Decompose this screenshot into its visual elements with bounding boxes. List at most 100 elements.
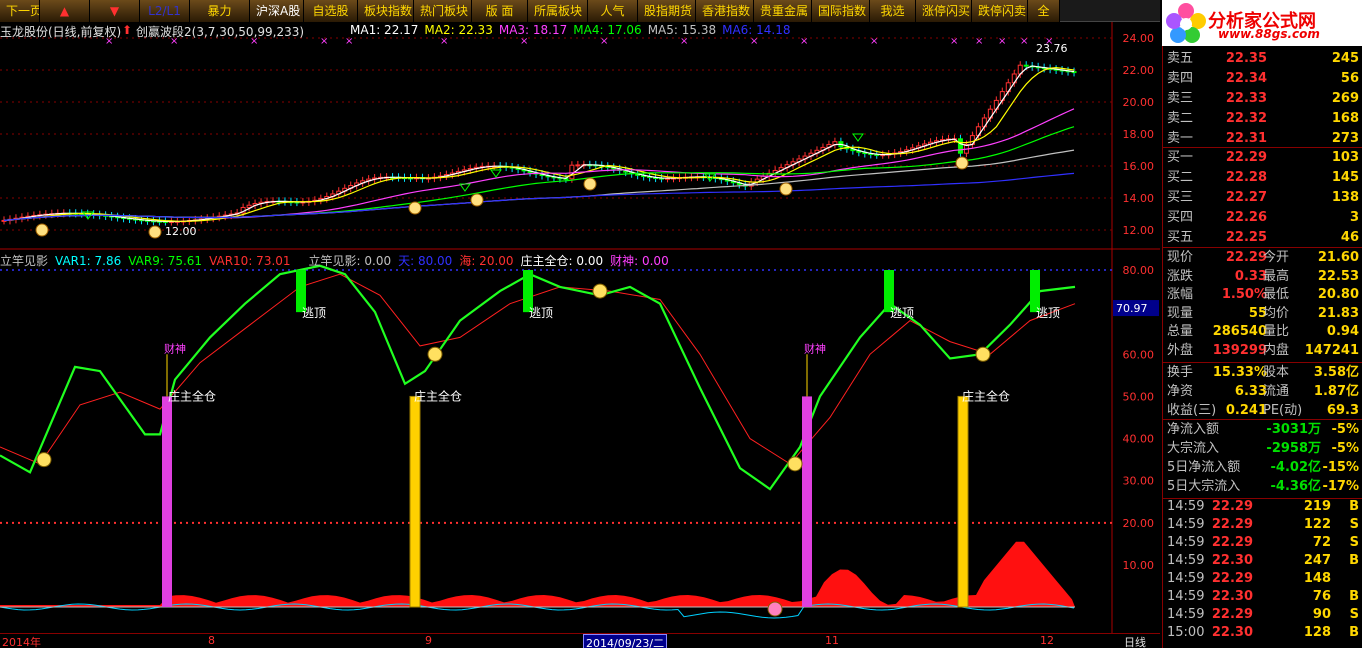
- info-row-2: 收益(三) 0.241 PE(动) 69.3: [1163, 402, 1362, 420]
- buy-row-0: 买一 22.29 103: [1163, 149, 1362, 167]
- toolbar-button-7[interactable]: 板块指数: [358, 0, 414, 22]
- quote-separator: [1163, 147, 1362, 148]
- toolbar-button-12[interactable]: 股指期货: [638, 0, 696, 22]
- god-bar-2: [802, 396, 812, 607]
- sell-row-1-key: 卖四: [1167, 71, 1194, 86]
- tick-row-1-value2: S: [1349, 517, 1359, 532]
- low-price-label: 12.00: [165, 225, 197, 238]
- buy-row-3-value2: 3: [1349, 210, 1359, 225]
- tick-row-0: 14:59 22.29 B 219: [1163, 498, 1362, 516]
- stat-row-1: 涨跌 0.33 最高 22.53: [1163, 268, 1362, 286]
- ma-label-ma6: MA6: 14.18: [722, 23, 791, 37]
- toolbar-button-9[interactable]: 版 面: [472, 0, 528, 22]
- tick-row-4-key: 14:59: [1167, 571, 1205, 586]
- toolbar-button-18[interactable]: 跌停闪卖: [972, 0, 1028, 22]
- info-row-0-value: 15.33%: [1212, 365, 1267, 380]
- tick-row-2-value2: S: [1349, 535, 1359, 550]
- info-row-2-key: 收益(三): [1167, 403, 1217, 418]
- candle-body: [246, 204, 252, 208]
- indicator-tick-label: 40.00: [1123, 433, 1155, 446]
- sell-row-1-value: 22.34: [1225, 71, 1267, 86]
- sell-row-3-key: 卖二: [1167, 111, 1194, 126]
- stat-row-2-value2: 20.80: [1317, 287, 1359, 302]
- stat-row-1-key: 涨跌: [1167, 268, 1194, 284]
- sell-row-3-value2: 168: [1331, 111, 1359, 126]
- flow-row-2-value: -4.02亿: [1270, 460, 1321, 475]
- signal-x-marker: ×: [750, 36, 758, 47]
- indicator-label-0: 立竿见影: [0, 254, 49, 268]
- stat-row-2-value: 1.50%: [1221, 287, 1267, 302]
- ma-label-ma5: MA5: 15.38: [647, 23, 717, 37]
- time-label-dec: 12: [1040, 634, 1054, 647]
- logo-url: www.88gs.com: [1218, 27, 1320, 41]
- stat-row-3-key: 现量: [1167, 305, 1194, 321]
- god-bar-1-label: 财神: [164, 341, 186, 355]
- toolbar-button-6[interactable]: 自选股: [304, 0, 358, 22]
- quote-separator: [1163, 247, 1362, 248]
- toolbar-button-14[interactable]: 贵重金属: [754, 0, 812, 22]
- sell-row-2: 卖三 22.33 269: [1163, 90, 1362, 108]
- flow-row-0-value2: -5%: [1331, 422, 1359, 437]
- price-tick-label: 14.00: [1123, 192, 1155, 205]
- indicator-tick-label: 30.00: [1123, 475, 1155, 488]
- price-tick-label: 24.00: [1123, 32, 1155, 45]
- tick-row-1-value: 22.29: [1211, 517, 1253, 532]
- sell-row-4-key: 卖一: [1167, 131, 1194, 146]
- smiley-icon: [592, 283, 608, 299]
- period-label[interactable]: 日线: [1124, 634, 1146, 648]
- toolbar-button-17[interactable]: 涨停闪买: [916, 0, 972, 22]
- info-row-1-value2: 1.87亿: [1313, 384, 1359, 399]
- flower-logo-icon: [1166, 3, 1206, 43]
- sell-row-1: 卖四 22.34 56: [1163, 70, 1362, 88]
- price-chart[interactable]: 24.00 22.00 20.00 18.00 16.00 14.00 12.00 × × × × ×…: [0, 22, 1160, 250]
- tick-row-3-volume: 247: [1303, 553, 1331, 568]
- sell-row-2-value: 22.33: [1225, 91, 1267, 106]
- signal-x-marker: ×: [975, 36, 983, 47]
- flow-row-3: 5日大宗流入 -17% -4.36亿: [1163, 478, 1362, 496]
- toolbar-button-19[interactable]: 全: [1028, 0, 1060, 22]
- buy-row-3: 买四 22.26 3: [1163, 209, 1362, 227]
- buy-row-4: 买五 22.25 46: [1163, 229, 1362, 247]
- toolbar-button-8[interactable]: 热门板块: [414, 0, 472, 22]
- toolbar-button-0[interactable]: 下一页: [0, 0, 40, 22]
- tick-row-3-value: 22.30: [1211, 553, 1253, 568]
- toolbar-button-10[interactable]: 所属板块: [528, 0, 588, 22]
- flow-row-1-value2: -5%: [1331, 441, 1359, 456]
- toolbar-button-4[interactable]: 暴力: [190, 0, 250, 22]
- toolbar-button-13[interactable]: 香港指数: [696, 0, 754, 22]
- site-logo: 分析家公式网 www.88gs.com: [1162, 0, 1362, 46]
- stat-row-5: 外盘 139299 内盘 147241: [1163, 342, 1362, 360]
- tick-row-4: 14:59 22.29 148: [1163, 570, 1362, 588]
- escape-top-label-2: 逃顶: [890, 306, 914, 320]
- tick-row-6-value2: S: [1349, 607, 1359, 622]
- toolbar-button-16[interactable]: 我选: [870, 0, 916, 22]
- sell-row-3: 卖二 22.32 168: [1163, 110, 1362, 128]
- indicator-label-7: 庄主全仓: 0.00: [520, 254, 604, 268]
- candle-body: [957, 138, 963, 154]
- toolbar-button-5[interactable]: 沪深A股: [250, 0, 304, 22]
- toolbar-button-2[interactable]: ▼: [90, 0, 140, 22]
- indicator-tick-label: 10.00: [1123, 559, 1155, 572]
- indicator-tick-label: 80.00: [1123, 264, 1155, 277]
- toolbar-button-15[interactable]: 国际指数: [812, 0, 870, 22]
- toolbar-button-3[interactable]: L2/L1: [140, 0, 190, 22]
- info-row-2-value2: 69.3: [1326, 403, 1359, 418]
- indicator-label-2: VAR9: 75.61: [128, 254, 203, 268]
- buy-row-4-value: 22.25: [1225, 230, 1267, 245]
- candle-body: [1023, 64, 1029, 67]
- price-tick-label: 20.00: [1123, 96, 1155, 109]
- buy-bar-1: [409, 395, 421, 608]
- toolbar-button-11[interactable]: 人气: [588, 0, 638, 22]
- candle-body: [575, 164, 581, 167]
- tick-row-4-value: 22.29: [1211, 571, 1253, 586]
- toolbar-button-1[interactable]: ▲: [40, 0, 90, 22]
- smiley-icon: [767, 601, 783, 617]
- buy-row-4-value2: 46: [1340, 230, 1359, 245]
- indicator-label-3: VAR10: 73.01: [209, 254, 291, 268]
- indicator-chart[interactable]: 80.0070.0060.0050.0040.0030.0020.0010.00…: [0, 250, 1160, 633]
- signal-x-marker: ×: [520, 36, 528, 47]
- time-label-year: 2014年: [2, 636, 41, 648]
- coin-icon: [35, 223, 49, 237]
- stat-row-0: 现价 22.29 今开 21.60: [1163, 249, 1362, 267]
- flow-row-0: 净流入额 -5% -3031万: [1163, 421, 1362, 439]
